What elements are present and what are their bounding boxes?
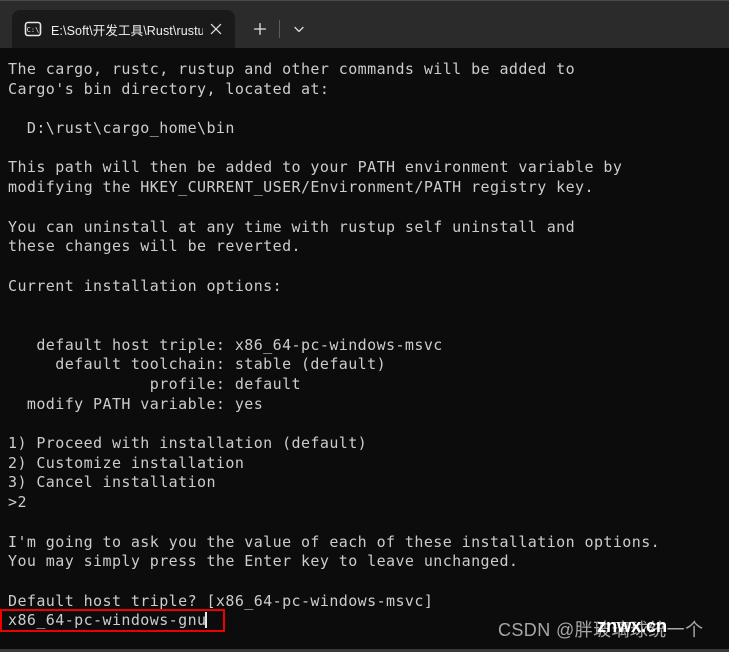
terminal-line: modifying the HKEY_CURRENT_USER/Environm…: [8, 178, 594, 197]
terminal-line: Current installation options:: [8, 276, 283, 295]
terminal-line: profile: default: [8, 375, 301, 393]
svg-text:C:\: C:\: [27, 26, 40, 34]
tab-title: E:\Soft\开发工具\Rust\rustup-: [51, 23, 203, 38]
terminal-output-area[interactable]: The cargo, rustc, rustup and other comma…: [0, 48, 729, 652]
tab-active-rustup[interactable]: C:\ E:\Soft\开发工具\Rust\rustup-: [12, 10, 235, 48]
tab-bar-actions: [243, 10, 316, 48]
terminal-line: these changes will be reverted.: [8, 237, 301, 256]
toolbar-divider: [279, 20, 280, 38]
terminal-line: modify PATH variable: yes: [8, 394, 264, 413]
terminal-window: C:\ E:\Soft\开发工具\Rust\rustup- The cargo,…: [0, 0, 729, 652]
site-watermark: znwx.cn: [597, 615, 667, 636]
close-icon[interactable]: [203, 16, 229, 42]
terminal-line: 3) Cancel installation: [8, 473, 216, 492]
terminal-line: You may simply press the Enter key to le…: [8, 552, 519, 571]
terminal-line: I'm going to ask you the value of each o…: [8, 532, 661, 551]
terminal-line: Default host triple? [x86_64-pc-windows-…: [8, 591, 434, 610]
terminal-line: D:\rust\cargo_home\bin: [8, 119, 235, 138]
terminal-line: 2) Customize installation: [8, 453, 245, 472]
terminal-line: 1) Proceed with installation (default): [8, 434, 368, 453]
terminal-line: default toolchain: stable (default): [8, 355, 387, 374]
host-triple-input-value: x86_64-pc-windows-gnu: [8, 611, 207, 630]
terminal-line: The cargo, rustc, rustup and other comma…: [8, 60, 576, 78]
terminal-line: You can uninstall at any time with rustu…: [8, 217, 576, 236]
terminal-line: This path will then be added to your PAT…: [8, 158, 623, 177]
terminal-line: >2: [8, 493, 27, 512]
terminal-line: Cargo's bin directory, located at:: [8, 79, 330, 98]
tab-strip: C:\ E:\Soft\开发工具\Rust\rustup-: [0, 0, 316, 48]
command-prompt-icon: C:\: [24, 20, 42, 38]
title-bar: C:\ E:\Soft\开发工具\Rust\rustup-: [0, 0, 729, 48]
terminal-text-buffer: The cargo, rustc, rustup and other comma…: [0, 60, 729, 633]
terminal-line: default host triple: x86_64-pc-windows-m…: [8, 335, 443, 354]
chevron-down-icon[interactable]: [282, 14, 316, 44]
plus-icon[interactable]: [243, 14, 277, 44]
